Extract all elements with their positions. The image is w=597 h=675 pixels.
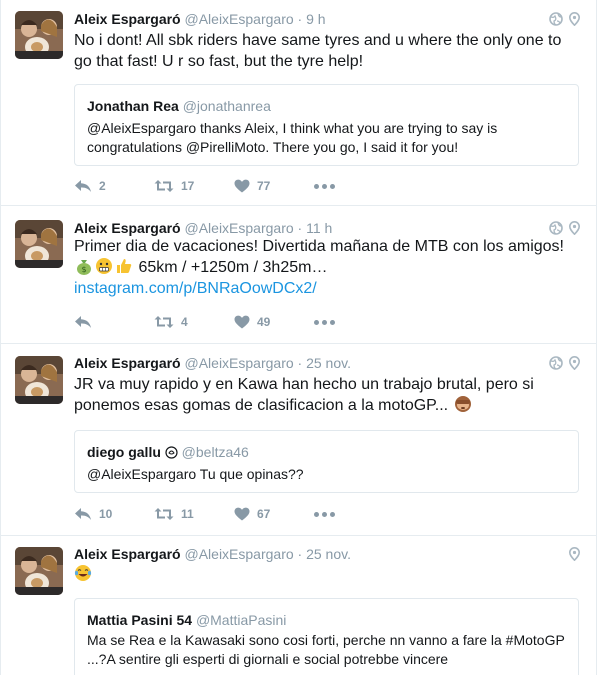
badge-icon xyxy=(165,446,178,459)
globe-icon xyxy=(549,221,563,235)
heart-icon xyxy=(234,507,250,521)
tweet-geo xyxy=(549,221,580,235)
quote-display-name: diego gallu xyxy=(87,444,161,460)
retweet-button[interactable]: 17 xyxy=(154,179,234,193)
avatar[interactable] xyxy=(15,356,63,404)
retweet-icon xyxy=(154,508,174,520)
username[interactable]: @AleixEspargaro xyxy=(185,11,294,27)
tweet-header: Aleix Espargaró @AleixEspargaro · 25 nov… xyxy=(74,545,351,563)
instagram-link[interactable]: instagram.com/p/BNRaOowDCx2/ xyxy=(74,280,317,297)
quoted-tweet[interactable]: Mattia Pasini 54 @MattiaPasini Ma se Rea… xyxy=(74,598,579,675)
reply-icon xyxy=(75,508,91,520)
reply-button[interactable] xyxy=(74,315,154,329)
more-dots-icon[interactable] xyxy=(314,183,335,189)
tweet-text xyxy=(74,564,574,585)
tweet-header: Aleix Espargaró @AleixEspargaro · 9 h xyxy=(74,10,326,28)
more-dots-icon[interactable] xyxy=(314,319,335,325)
tweet-actions: 4 49 xyxy=(74,315,335,329)
globe-icon xyxy=(549,356,563,370)
tweet-header: Aleix Espargaró @AleixEspargaro · 11 h xyxy=(74,219,332,237)
quote-header: diego gallu @beltza46 xyxy=(87,444,249,460)
tweet[interactable]: Aleix Espargaró @AleixEspargaro · 11 h P… xyxy=(1,206,596,344)
quoted-tweet[interactable]: Jonathan Rea @jonathanrea @AleixEspargar… xyxy=(74,84,579,166)
quote-text: Ma se Rea e la Kawasaki sono cosi forti,… xyxy=(87,632,565,667)
globe-icon xyxy=(549,12,563,26)
reply-count: 2 xyxy=(99,179,106,193)
display-name[interactable]: Aleix Espargaró xyxy=(74,546,181,562)
quote-header: Jonathan Rea @jonathanrea xyxy=(87,98,271,114)
heart-icon xyxy=(234,179,250,193)
quote-username: @beltza46 xyxy=(181,444,249,460)
quote-text: @AleixEspargaro thanks Aleix, I think wh… xyxy=(87,120,498,155)
tweet[interactable]: Aleix Espargaró @AleixEspargaro · 25 nov… xyxy=(1,344,596,536)
retweet-icon xyxy=(154,180,174,192)
retweet-button[interactable]: 4 xyxy=(154,315,234,329)
grimace-emoji-icon xyxy=(96,258,112,274)
tweet-geo xyxy=(549,12,580,26)
tweet-actions: 10 11 67 xyxy=(74,507,335,521)
tweet-header: Aleix Espargaró @AleixEspargaro · 25 nov… xyxy=(74,354,351,372)
tears-of-joy-emoji-icon xyxy=(74,565,92,581)
avatar[interactable] xyxy=(15,220,63,268)
location-pin-icon xyxy=(569,547,580,561)
reply-icon xyxy=(75,180,91,192)
see-no-evil-monkey-emoji-icon xyxy=(454,396,471,412)
like-button[interactable]: 77 xyxy=(234,179,314,193)
heart-icon xyxy=(234,315,250,329)
timeline: Aleix Espargaró @AleixEspargaro · 9 h No… xyxy=(0,0,597,675)
reply-button[interactable]: 2 xyxy=(74,179,154,193)
tweet-geo xyxy=(549,356,580,370)
like-button[interactable]: 49 xyxy=(234,315,314,329)
reply-icon xyxy=(75,316,91,328)
quote-text: @AleixEspargaro Tu que opinas?? xyxy=(87,466,304,482)
retweet-count: 4 xyxy=(181,315,188,329)
timestamp[interactable]: · 25 nov. xyxy=(298,546,351,562)
money-bag-emoji-icon: $ xyxy=(77,260,91,275)
retweet-icon xyxy=(154,316,174,328)
timestamp[interactable]: · 25 nov. xyxy=(298,355,351,371)
location-pin-icon xyxy=(569,221,580,235)
like-count: 77 xyxy=(257,179,271,193)
avatar[interactable] xyxy=(15,547,63,595)
location-pin-icon xyxy=(569,12,580,26)
tweet-text: Primer dia de vacaciones! Divertida maña… xyxy=(74,236,574,299)
display-name[interactable]: Aleix Espargaró xyxy=(74,355,181,371)
tweet-text-stats: 65km / +1250m / 3h25m… xyxy=(138,259,328,276)
quote-username: @jonathanrea xyxy=(182,98,271,114)
tweet-geo xyxy=(569,547,580,561)
quote-display-name: Jonathan Rea xyxy=(87,98,179,114)
reply-button[interactable]: 10 xyxy=(74,507,154,521)
svg-text:$: $ xyxy=(81,265,86,274)
display-name[interactable]: Aleix Espargaró xyxy=(74,220,181,236)
tweet-actions: 2 17 77 xyxy=(74,179,335,193)
retweet-count: 11 xyxy=(181,507,194,521)
username[interactable]: @AleixEspargaro xyxy=(185,546,294,562)
reply-count: 10 xyxy=(99,507,113,521)
tweet-text: No i dont! All sbk riders have same tyre… xyxy=(74,32,562,70)
tweet[interactable]: Aleix Espargaró @AleixEspargaro · 25 nov… xyxy=(1,536,596,675)
username[interactable]: @AleixEspargaro xyxy=(185,355,294,371)
display-name[interactable]: Aleix Espargaró xyxy=(74,11,181,27)
timestamp[interactable]: · 11 h xyxy=(298,220,333,236)
timestamp[interactable]: · 9 h xyxy=(298,11,326,27)
tweet-text-main: Primer dia de vacaciones! Divertida maña… xyxy=(74,238,564,255)
retweet-count: 17 xyxy=(181,179,195,193)
like-button[interactable]: 67 xyxy=(234,507,314,521)
quote-header: Mattia Pasini 54 @MattiaPasini xyxy=(87,612,286,628)
location-pin-icon xyxy=(569,356,580,370)
more-dots-icon[interactable] xyxy=(314,511,335,517)
username[interactable]: @AleixEspargaro xyxy=(185,220,294,236)
tweet[interactable]: Aleix Espargaró @AleixEspargaro · 9 h No… xyxy=(1,0,596,206)
tweet-text: JR va muy rapido y en Kawa han hecho un … xyxy=(74,374,574,416)
quote-display-name: Mattia Pasini 54 xyxy=(87,612,193,628)
retweet-button[interactable]: 11 xyxy=(154,507,234,521)
like-count: 49 xyxy=(257,315,271,329)
thumbs-up-emoji-icon xyxy=(117,259,132,273)
like-count: 67 xyxy=(257,507,271,521)
quote-username: @MattiaPasini xyxy=(195,612,287,628)
quoted-tweet[interactable]: diego gallu @beltza46 @AleixEspargaro Tu… xyxy=(74,430,579,493)
avatar[interactable] xyxy=(15,11,63,59)
